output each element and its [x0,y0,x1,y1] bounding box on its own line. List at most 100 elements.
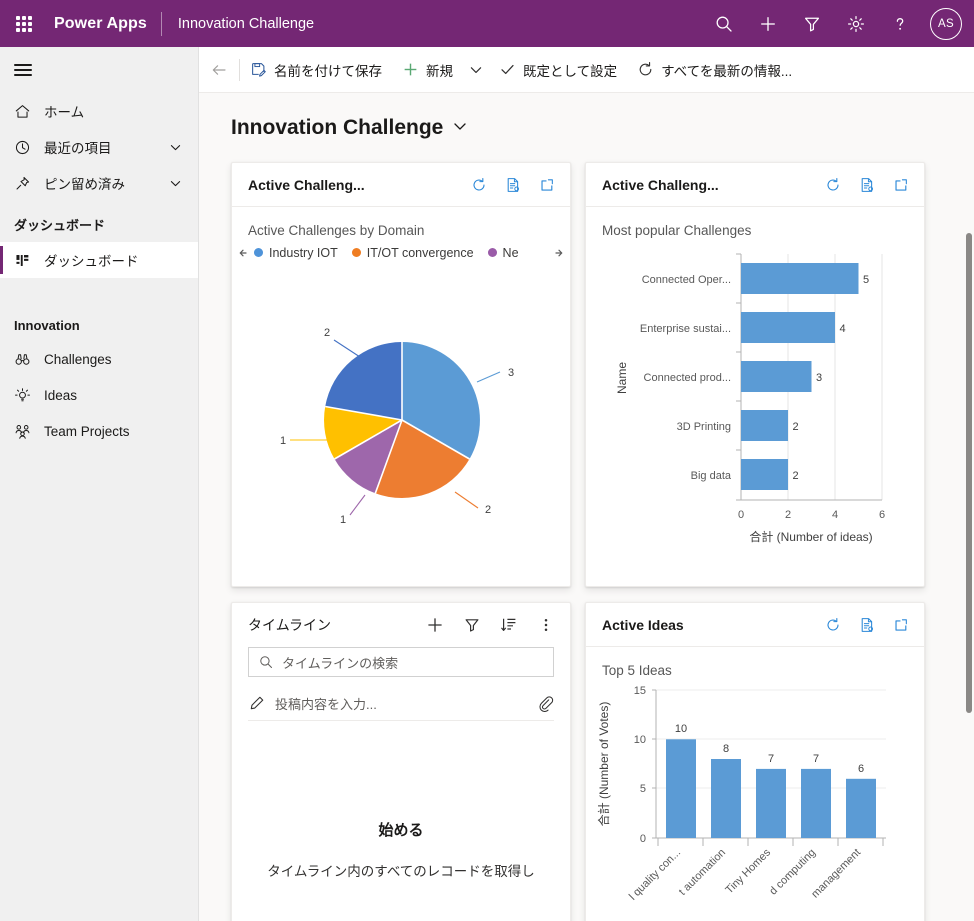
waffle-icon [16,15,32,32]
legend-scroll-right-icon[interactable] [548,248,566,258]
records-icon[interactable] [504,176,522,194]
pie-value-label: 1 [340,514,346,526]
popout-icon[interactable] [892,616,910,634]
pie-value-label: 3 [508,367,514,379]
app-name[interactable]: Innovation Challenge [162,16,314,32]
filter-icon [804,17,820,31]
refresh-icon[interactable] [824,176,842,194]
chart-subtitle: Most popular Challenges [602,223,752,238]
scrollbar-track[interactable] [965,233,974,921]
legend-item[interactable]: Industry IOT [254,246,338,260]
page-title-dropdown-icon[interactable] [452,116,468,140]
card-actions [470,176,556,194]
sidebar-item-label: Ideas [44,387,78,403]
bar-value-label: 8 [723,743,729,755]
refresh-icon[interactable] [824,616,842,634]
legend-scroll-left-icon[interactable] [236,248,254,258]
timeline-empty-state: 始める タイムライン内のすべてのレコードを取得し [232,721,570,882]
plus-icon[interactable] [425,615,445,635]
refresh-icon[interactable] [470,176,488,194]
new-button[interactable]: 新規 [392,47,463,93]
plus-icon [404,63,417,76]
horizontal-bar-chart[interactable]: 5 4 3 2 2 Connected Oper... Enterprise s… [586,238,924,583]
legend-item[interactable]: Ne [487,246,519,260]
card-header: Active Challeng... [232,163,570,207]
back-arrow-icon [212,64,226,75]
search-button[interactable] [702,0,746,47]
sort-icon[interactable] [499,615,519,635]
sidebar-item-label: ホーム [44,105,85,120]
bar-value-label: 4 [840,323,846,335]
refresh-icon [639,61,652,76]
legend-label: Industry IOT [269,245,338,260]
paperclip-icon[interactable] [537,695,554,712]
records-icon[interactable] [858,616,876,634]
popout-icon[interactable] [538,176,556,194]
clock-icon [14,139,44,156]
timeline-post-input[interactable]: 投稿内容を入力... [248,687,554,721]
app-header: Power Apps Innovation Challenge AS [0,0,974,47]
card-title: Active Challeng... [248,176,365,193]
back-button[interactable] [199,47,239,93]
chart-subtitle: Active Challenges by Domain [248,223,425,238]
legend-items: Industry IOT IT/OT convergence Ne [254,246,548,260]
checkmark-icon [501,64,514,75]
help-button[interactable] [878,0,922,47]
sidebar-collapse-button[interactable] [0,47,198,93]
y-axis-title: 合計 (Number of Votes) [596,702,611,827]
sidebar-item-home[interactable]: ホーム [0,93,198,129]
bar-value-label: 7 [813,753,819,765]
timeline-header: タイムライン [232,603,570,647]
bar [756,768,786,838]
chevron-down-icon[interactable] [169,141,198,154]
bar-value-label: 7 [768,753,774,765]
timeline-search-input[interactable]: タイムラインの検索 [248,647,554,677]
category-label: l quality con... [627,847,683,903]
vertical-bar-chart[interactable]: 15 10 5 0 10 8 7 7 6 l quality con... t … [586,678,924,921]
main-content: Innovation Challenge Active Challeng... [199,93,974,921]
legend-item[interactable]: IT/OT convergence [351,245,474,260]
sidebar-item-label: Team Projects [44,423,130,439]
filter-icon[interactable] [462,615,482,635]
chevron-down-icon[interactable] [169,177,198,190]
pie-chart[interactable]: 3 2 1 1 2 [232,260,570,565]
bar [801,768,831,838]
sidebar-item-ideas[interactable]: Ideas [0,377,198,413]
card-title: Active Ideas [602,616,684,633]
bar [741,312,835,343]
bar [741,361,812,392]
new-button[interactable] [746,0,790,47]
sidebar-item-team-projects[interactable]: Team Projects [0,413,198,449]
sidebar-group-innovation: Innovation [14,318,80,333]
page-title-row[interactable]: Innovation Challenge [199,93,974,140]
brand-title[interactable]: Power Apps [48,15,161,33]
sidebar-item-dashboard[interactable]: ダッシュボード [0,242,198,278]
app-launcher-button[interactable] [0,0,48,47]
lightbulb-icon [14,387,44,404]
scrollbar-thumb[interactable] [966,233,972,713]
sidebar-item-challenges[interactable]: Challenges [0,341,198,377]
save-as-label: 名前を付けて保存 [274,63,382,79]
avatar[interactable]: AS [930,7,962,40]
sidebar-item-pinned[interactable]: ピン留め済み [0,165,198,201]
popout-icon[interactable] [892,176,910,194]
new-dropdown-button[interactable] [463,47,489,93]
category-label: Big data [691,470,732,482]
set-default-button[interactable]: 既定として設定 [489,47,627,93]
legend-swatch [254,248,263,257]
sidebar-item-recent[interactable]: 最近の項目 [0,129,198,165]
y-tick-label: 0 [640,833,646,845]
pencil-icon [250,696,264,710]
save-as-button[interactable]: 名前を付けて保存 [240,47,392,93]
category-label: 3D Printing [677,421,731,433]
home-icon [14,103,44,120]
refresh-all-button[interactable]: すべてを最新の情報... [627,47,802,93]
people-icon [14,423,44,440]
settings-button[interactable] [834,0,878,47]
more-icon[interactable] [536,615,556,635]
search-icon [716,16,732,32]
records-icon[interactable] [858,176,876,194]
filter-button[interactable] [790,0,834,47]
legend-label: IT/OT convergence [366,245,474,260]
